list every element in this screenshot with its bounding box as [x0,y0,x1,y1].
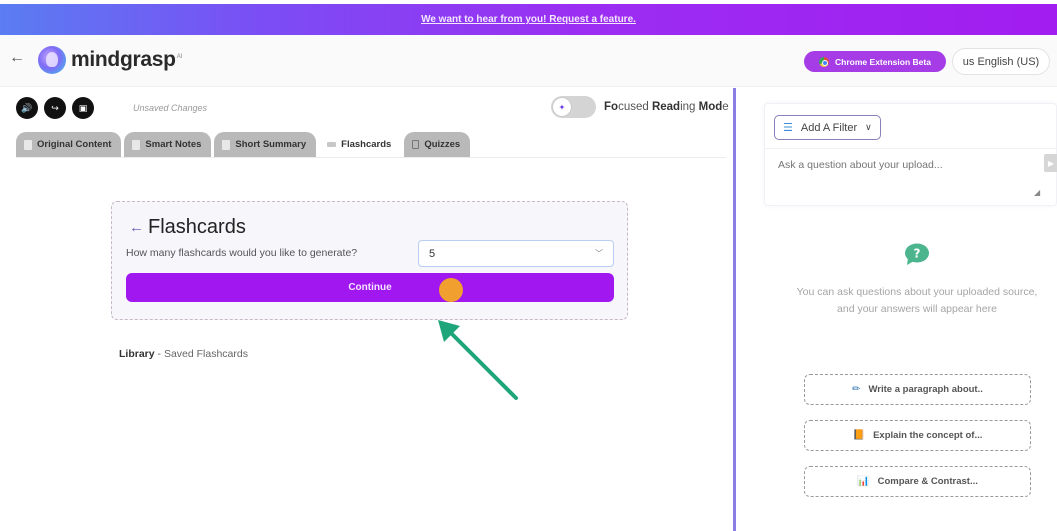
prompt-explain-concept[interactable]: 📙 Explain the concept of... [804,420,1031,451]
tab-quizzes[interactable]: Quizzes [404,132,471,157]
question-bubble-icon: ? [905,243,929,265]
focus-mode-label: Focused Reading Mode [604,101,729,113]
notes-icon [132,139,141,150]
add-filter-button[interactable]: ☰ Add A Filter ∨ [774,115,881,140]
flashcard-generator: ← Flashcards How many flashcards would y… [111,201,628,320]
svg-text:?: ? [914,247,921,261]
content-tabs: Original Content Smart Notes Short Summa… [16,132,471,157]
resize-handle-icon[interactable]: ◢ [1034,188,1040,197]
tab-short-summary[interactable]: Short Summary [214,132,317,157]
book-icon: 📙 [852,430,866,441]
chevron-down-icon: ﹀ [595,249,603,258]
question-box: ☰ Add A Filter ∨ ▶ ◢ [764,103,1057,206]
separator [765,148,1056,149]
flashcard-count-select[interactable]: 5 ﹀ [418,240,614,267]
prompt-compare-contrast[interactable]: 📊 Compare & Contrast... [804,466,1031,497]
back-arrow-icon[interactable]: ← [129,219,144,236]
save-status: Unsaved Changes [133,103,208,113]
speaker-icon[interactable]: 🔊 [16,97,38,119]
chrome-icon [819,56,830,67]
saved-flashcards-library[interactable]: Library - Saved Flashcards [119,348,248,360]
tab-original-content[interactable]: Original Content [16,132,122,157]
save-icon[interactable]: ▣ [72,97,94,119]
click-highlight [439,278,463,302]
question-input[interactable] [778,159,1028,171]
language-selector[interactable]: us English (US) [952,48,1050,75]
feedback-banner: We want to hear from you! Request a feat… [0,4,1057,35]
logo[interactable]: mindgraspAI [38,46,182,74]
top-bar: ← mindgraspAI Chrome Extension Beta us E… [0,35,1057,87]
flashcard-count-label: How many flashcards would you like to ge… [126,247,358,259]
share-icon[interactable]: ↪ [44,97,66,119]
flashcards-heading: ← Flashcards [129,216,246,238]
brand-name: mindgraspAI [71,48,183,71]
tabs-divider [16,157,726,158]
filter-icon: ☰ [783,122,793,134]
prompt-write-paragraph[interactable]: ✏ Write a paragraph about.. [804,374,1031,405]
empty-chat-message: You can ask questions about your uploade… [796,286,1038,315]
focus-mode-toggle[interactable]: ✦ [551,96,596,118]
chart-icon: 📊 [857,476,870,487]
summary-icon [222,139,231,150]
continue-button[interactable]: Continue [126,273,614,302]
annotation-arrow [438,320,518,400]
tab-smart-notes[interactable]: Smart Notes [124,132,212,157]
tab-flashcards[interactable]: Flashcards [319,132,402,157]
chevron-down-icon: ∨ [865,122,872,132]
content-pane: 🔊 ↪ ▣ Unsaved Changes ✦ Focused Reading … [0,88,733,531]
request-feature-link[interactable]: We want to hear from you! Request a feat… [421,14,636,25]
pencil-icon: ✏ [852,384,861,395]
content-toolbar: 🔊 ↪ ▣ [16,97,94,119]
sparkle-icon: ✦ [553,98,571,116]
chat-pane: ☰ Add A Filter ∨ ▶ ◢ ? You can ask quest… [736,88,1057,531]
focused-reading-mode[interactable]: ✦ Focused Reading Mode [551,96,729,118]
quiz-icon [412,140,420,149]
send-icon[interactable]: ▶ [1044,154,1057,172]
brain-logo-icon [38,46,66,74]
back-arrow-icon[interactable]: ← [9,49,25,67]
chrome-extension-button[interactable]: Chrome Extension Beta [804,51,946,72]
flashcard-icon [327,142,337,147]
document-icon [24,139,32,150]
